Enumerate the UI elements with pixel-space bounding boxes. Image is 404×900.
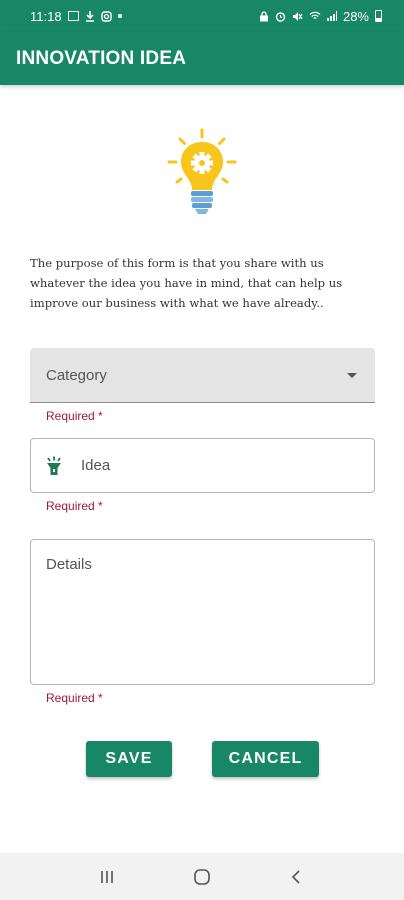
recents-icon [101, 870, 114, 883]
home-icon [194, 868, 210, 885]
dot-icon [117, 14, 122, 18]
navigation-bar [0, 853, 404, 900]
status-bar: 11:18 28% [0, 0, 404, 32]
screen: 11:18 28% INNOVATION IDEA The purpose of… [0, 0, 404, 900]
idea-input[interactable] [81, 457, 341, 474]
lock-icon [259, 10, 268, 21]
instagram-icon [100, 10, 112, 22]
back-button[interactable] [277, 857, 317, 897]
app-title: INNOVATION IDEA [16, 47, 187, 69]
category-label: Category [46, 366, 107, 384]
battery-icon [375, 10, 382, 22]
alarm-icon [275, 11, 286, 22]
lightbulb-gear-icon [167, 128, 237, 214]
dropdown-arrow-icon [347, 372, 357, 378]
back-icon [291, 869, 300, 884]
image-icon [67, 11, 79, 21]
app-bar: INNOVATION IDEA [0, 32, 404, 85]
status-left: 11:18 [30, 9, 122, 24]
signal-icon [326, 11, 337, 21]
category-required-text: Required * [46, 409, 103, 423]
idea-required-text: Required * [46, 499, 103, 513]
recents-button[interactable] [87, 857, 127, 897]
intro-text: The purpose of this form is that you sha… [30, 256, 343, 310]
wifi-icon [309, 11, 321, 19]
status-right: 28% [259, 9, 382, 24]
details-required-text: Required * [46, 691, 103, 705]
details-input[interactable] [46, 556, 359, 668]
save-button[interactable]: SAVE [86, 741, 172, 777]
battery-percent: 28% [342, 8, 369, 24]
home-button[interactable] [182, 857, 222, 897]
idea-field[interactable] [30, 438, 375, 493]
flashlight-icon [47, 456, 61, 475]
mute-icon [292, 11, 303, 21]
download-icon [85, 10, 94, 22]
category-dropdown[interactable]: Category [30, 348, 375, 403]
cancel-button[interactable]: CANCEL [212, 741, 319, 777]
details-field[interactable] [30, 539, 375, 685]
status-time: 11:18 [30, 8, 62, 24]
